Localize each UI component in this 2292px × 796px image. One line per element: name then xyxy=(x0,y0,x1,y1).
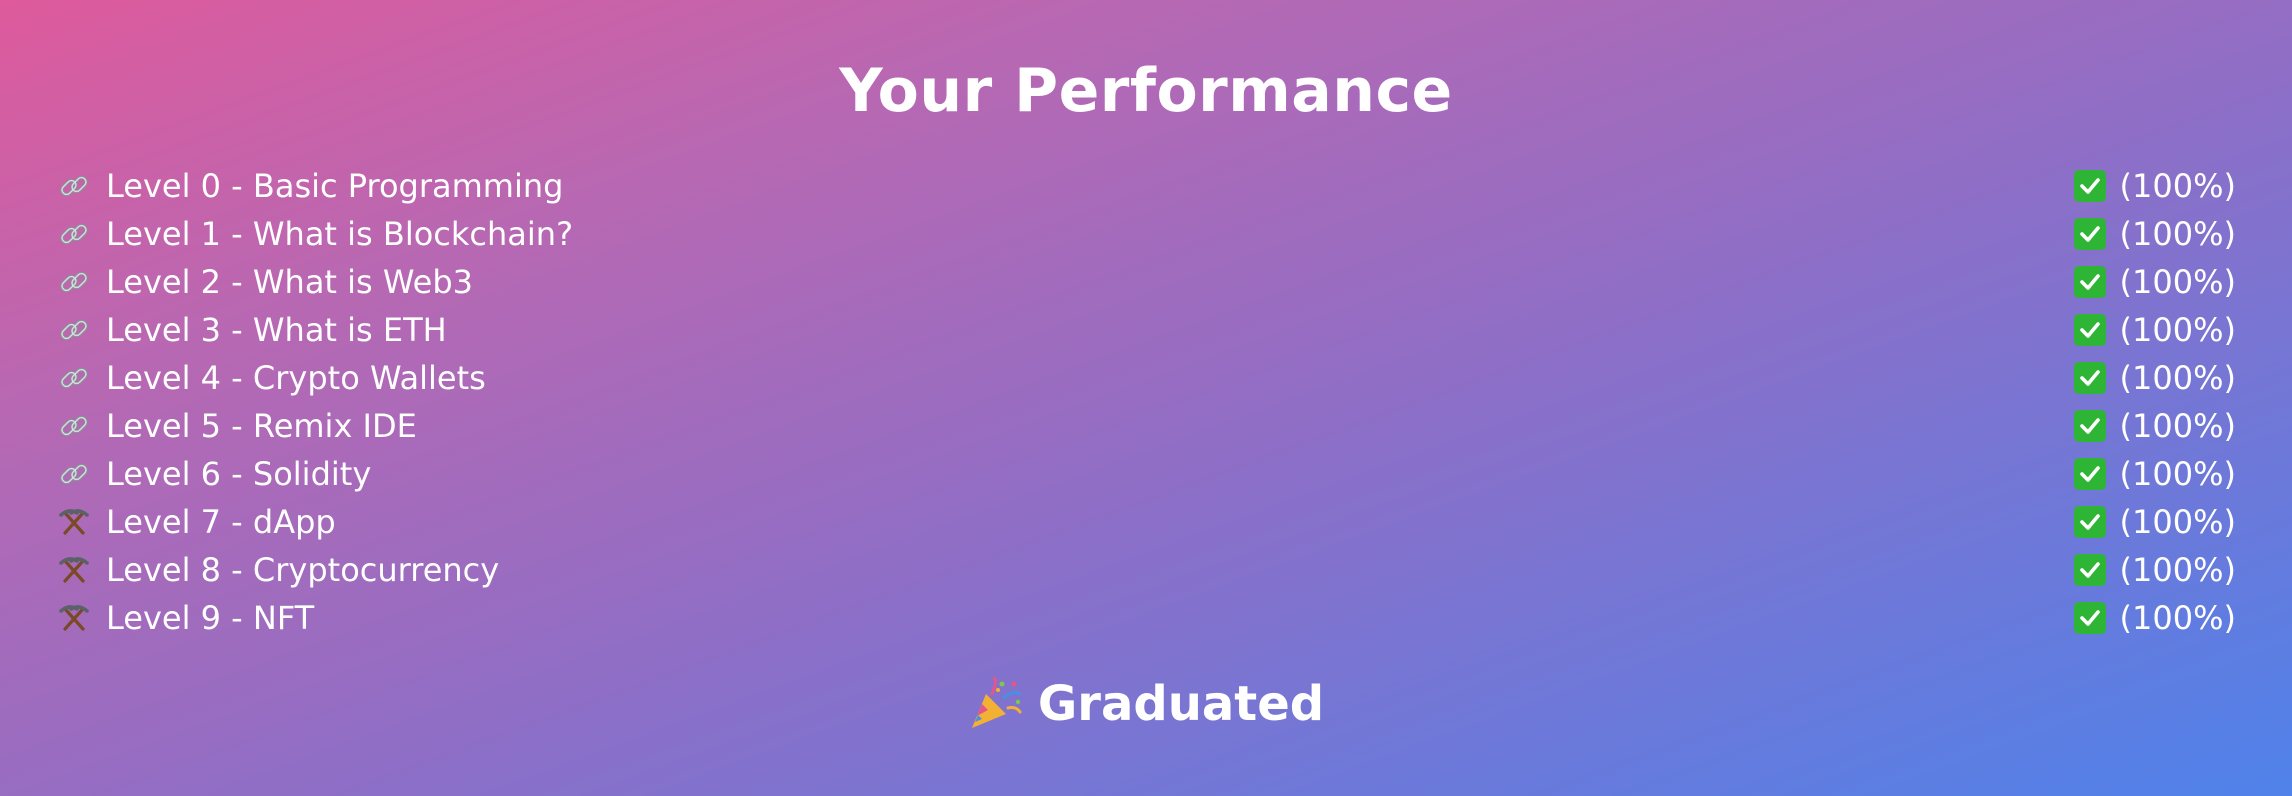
level-row: Level 7 - dApp (100%) xyxy=(56,498,2236,546)
link-icon xyxy=(56,456,92,492)
link-icon xyxy=(56,216,92,252)
level-list: Level 0 - Basic Programming (100%) Level… xyxy=(56,162,2236,642)
party-popper-icon xyxy=(968,676,1024,732)
pick-icon xyxy=(56,504,92,540)
performance-page: Your Performance Level 0 - Basic Program… xyxy=(0,0,2292,796)
check-mark-icon xyxy=(2073,266,2106,298)
level-label: Level 5 - Remix IDE xyxy=(106,407,417,445)
link-icon xyxy=(56,360,92,396)
check-mark-icon xyxy=(2073,602,2106,634)
link-icon xyxy=(56,264,92,300)
level-score: (100%) xyxy=(2119,263,2236,301)
level-row: Level 1 - What is Blockchain? (100%) xyxy=(56,210,2236,258)
level-label: Level 3 - What is ETH xyxy=(106,311,447,349)
page-title: Your Performance xyxy=(839,56,1453,126)
level-label: Level 9 - NFT xyxy=(106,599,315,637)
level-label: Level 7 - dApp xyxy=(106,503,336,541)
level-score: (100%) xyxy=(2119,407,2236,445)
level-score: (100%) xyxy=(2119,311,2236,349)
level-label: Level 0 - Basic Programming xyxy=(106,167,564,205)
graduation-label: Graduated xyxy=(1037,676,1325,732)
link-icon xyxy=(56,312,92,348)
level-label: Level 1 - What is Blockchain? xyxy=(106,215,574,253)
level-row: Level 5 - Remix IDE (100%) xyxy=(56,402,2236,450)
check-mark-icon xyxy=(2073,506,2106,538)
check-mark-icon xyxy=(2073,410,2106,442)
level-row: Level 4 - Crypto Wallets (100%) xyxy=(56,354,2236,402)
level-row: Level 8 - Cryptocurrency (100%) xyxy=(56,546,2236,594)
level-score: (100%) xyxy=(2119,503,2236,541)
check-mark-icon xyxy=(2073,170,2106,202)
check-mark-icon xyxy=(2073,554,2106,586)
level-score: (100%) xyxy=(2119,215,2236,253)
check-mark-icon xyxy=(2073,362,2106,394)
level-label: Level 2 - What is Web3 xyxy=(106,263,473,301)
level-label: Level 6 - Solidity xyxy=(106,455,372,493)
link-icon xyxy=(56,168,92,204)
check-mark-icon xyxy=(2073,218,2106,250)
level-score: (100%) xyxy=(2119,599,2236,637)
check-mark-icon xyxy=(2073,314,2106,346)
level-row: Level 6 - Solidity (100%) xyxy=(56,450,2236,498)
level-score: (100%) xyxy=(2119,359,2236,397)
pick-icon xyxy=(56,552,92,588)
level-score: (100%) xyxy=(2119,551,2236,589)
level-label: Level 4 - Crypto Wallets xyxy=(106,359,486,397)
pick-icon xyxy=(56,600,92,636)
level-row: Level 0 - Basic Programming (100%) xyxy=(56,162,2236,210)
graduation-status: Graduated xyxy=(0,676,2292,732)
level-label: Level 8 - Cryptocurrency xyxy=(106,551,500,589)
level-row: Level 2 - What is Web3 (100%) xyxy=(56,258,2236,306)
level-score: (100%) xyxy=(2119,455,2236,493)
link-icon xyxy=(56,408,92,444)
level-row: Level 3 - What is ETH (100%) xyxy=(56,306,2236,354)
level-score: (100%) xyxy=(2119,167,2236,205)
level-row: Level 9 - NFT (100%) xyxy=(56,594,2236,642)
check-mark-icon xyxy=(2073,458,2106,490)
